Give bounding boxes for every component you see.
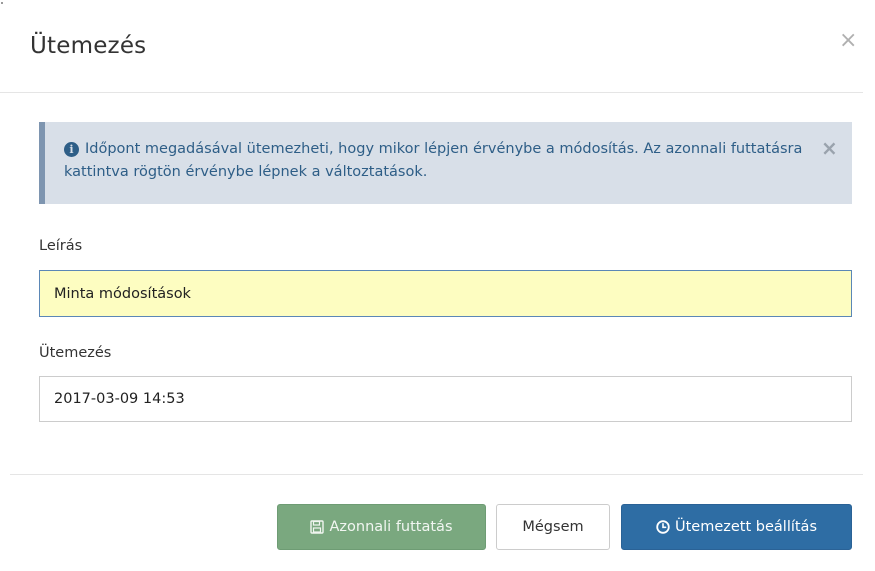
- schedule-button[interactable]: Ütemezett beállítás: [621, 504, 852, 550]
- save-icon: [310, 520, 325, 534]
- footer-divider: [10, 474, 863, 475]
- description-input[interactable]: [39, 270, 852, 317]
- description-label: Leírás: [39, 238, 83, 254]
- info-circle-icon: i: [64, 142, 79, 157]
- schedule-label: Ütemezett beállítás: [675, 519, 817, 535]
- alert-close-icon[interactable]: ×: [821, 138, 838, 158]
- run-now-label: Azonnali futtatás: [329, 519, 453, 535]
- alert-message: Időpont megadásával ütemezheti, hogy mik…: [64, 141, 803, 180]
- alert-content: i Időpont megadásával ütemezheti, hogy mi…: [64, 138, 804, 184]
- schedule-label: Ütemezés: [39, 345, 112, 361]
- clock-icon: [656, 520, 670, 534]
- dialog-title: Ütemezés: [30, 33, 147, 59]
- close-icon[interactable]: ×: [839, 30, 857, 52]
- modal-header: Ütemezés ×: [0, 0, 863, 93]
- run-now-button[interactable]: Azonnali futtatás: [277, 504, 486, 550]
- info-alert: i Időpont megadásával ütemezheti, hogy mi…: [39, 122, 852, 204]
- cancel-label: Mégsem: [522, 519, 584, 535]
- schedule-datetime-input[interactable]: [39, 376, 852, 422]
- cancel-button[interactable]: Mégsem: [496, 504, 610, 550]
